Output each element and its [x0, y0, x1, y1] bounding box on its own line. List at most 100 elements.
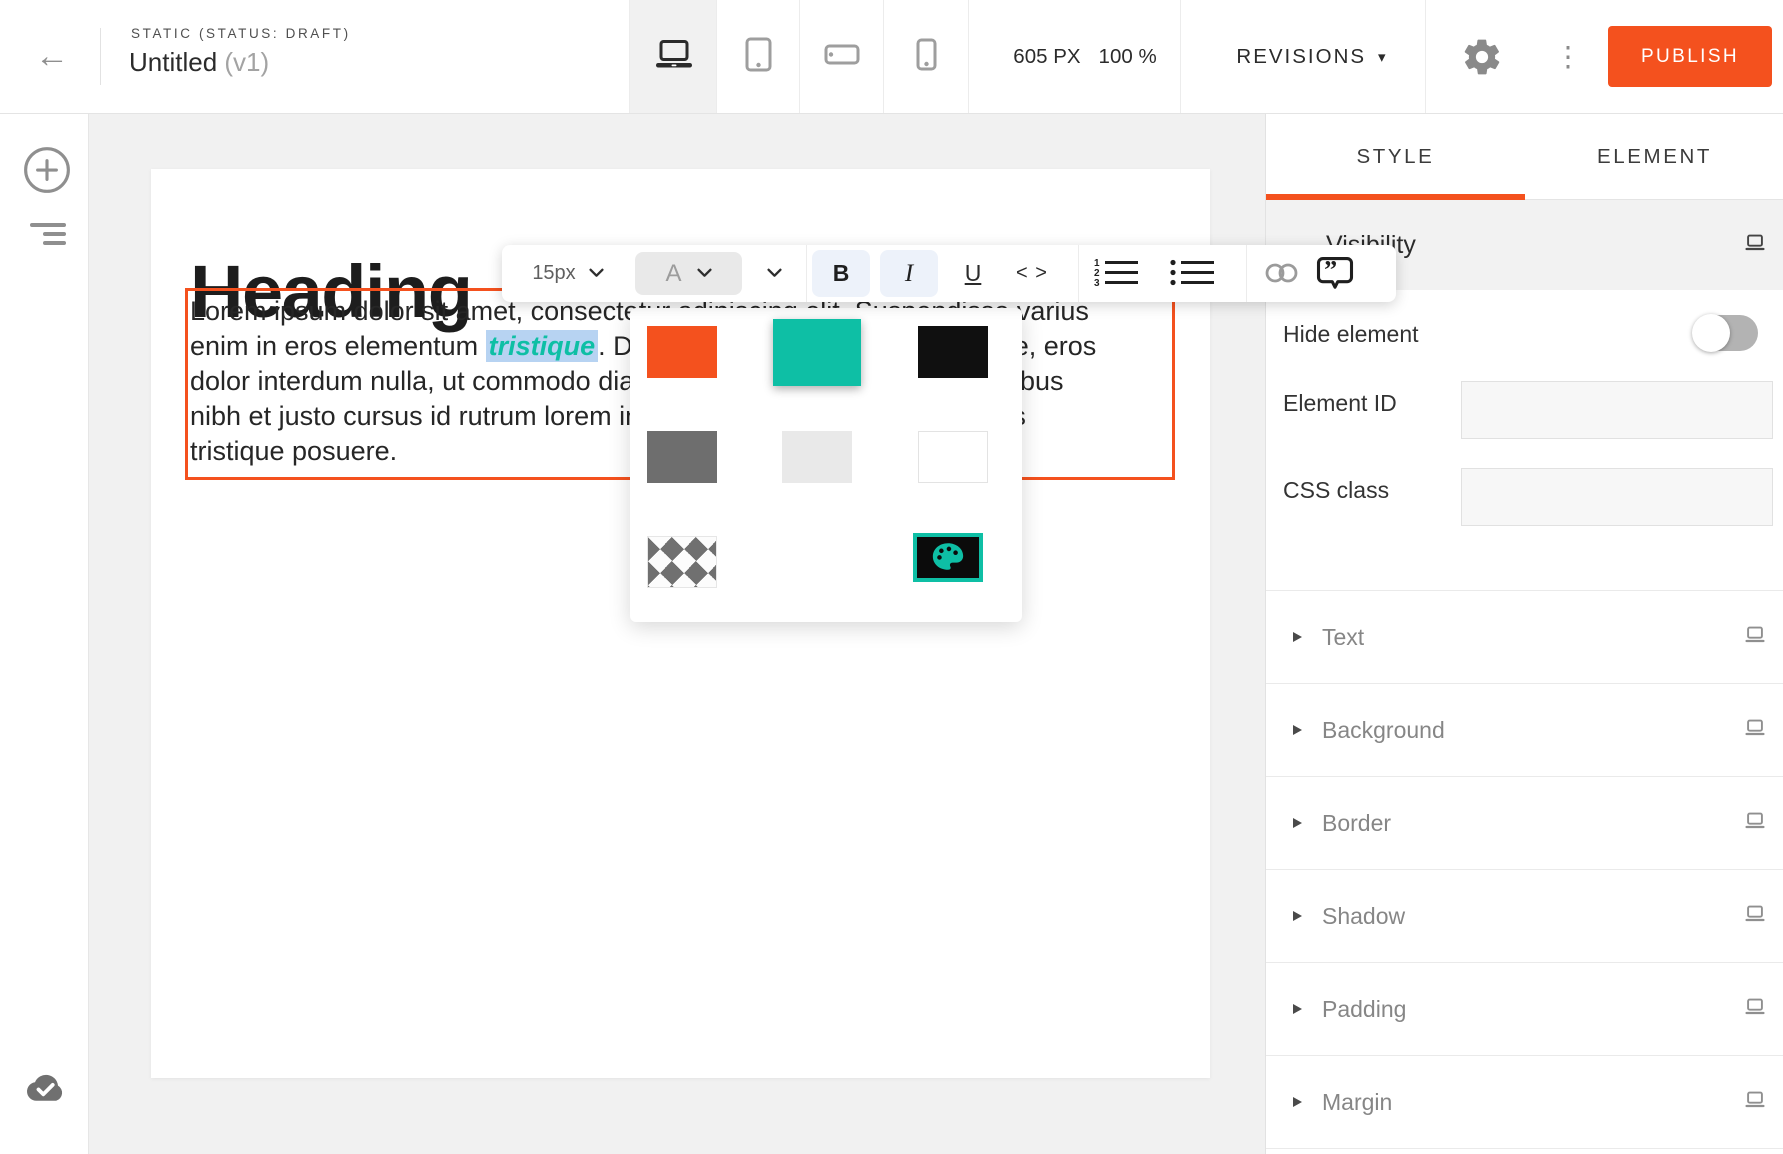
divider: [1425, 0, 1426, 113]
canvas-zoom-value: 100 %: [1099, 45, 1157, 69]
style-sections: Text Background Border: [1266, 590, 1783, 1149]
tablet-icon: [745, 37, 772, 77]
text-format-toolbar: 15px A B I U < > 123: [502, 245, 1396, 302]
settings-button[interactable]: [1460, 36, 1504, 80]
css-class-input[interactable]: [1461, 468, 1773, 526]
laptop-icon: [1744, 719, 1766, 741]
layout-outline-button[interactable]: [30, 223, 66, 245]
status-label: STATIC (STATUS: DRAFT): [131, 26, 351, 41]
underline-button[interactable]: U: [950, 245, 996, 302]
toggle-knob: [1692, 314, 1730, 352]
tab-element[interactable]: ELEMENT: [1525, 113, 1783, 200]
svg-text:”: ”: [1324, 254, 1337, 284]
element-id-input[interactable]: [1461, 381, 1773, 439]
more-format-dropdown[interactable]: [757, 245, 791, 302]
device-tablet-button[interactable]: [716, 0, 800, 113]
gear-icon: [1461, 66, 1503, 81]
ordered-list-icon: 123: [1093, 257, 1140, 292]
css-class-label: CSS class: [1283, 477, 1389, 504]
canvas-width-value: 605 PX: [1013, 45, 1080, 69]
color-swatch-light-gray[interactable]: [782, 431, 852, 483]
section-background[interactable]: Background: [1266, 684, 1783, 777]
chevron-down-icon: ▾: [1378, 48, 1388, 66]
caret-right-icon: [1293, 1004, 1302, 1014]
section-border[interactable]: Border: [1266, 777, 1783, 870]
laptop-icon: [1744, 812, 1766, 834]
kebab-menu-button[interactable]: ⋮: [1548, 0, 1588, 113]
add-element-button[interactable]: [22, 145, 72, 195]
bullet-list-button[interactable]: [1166, 258, 1218, 290]
tab-style[interactable]: STYLE: [1266, 113, 1525, 200]
link-button[interactable]: [1260, 262, 1304, 286]
page-section[interactable]: Heading Lorem ipsum dolor sit amet, cons…: [151, 169, 1210, 1078]
laptop-icon: [1744, 905, 1766, 927]
caret-right-icon: [1293, 632, 1302, 642]
divider: [1180, 0, 1181, 113]
document-name: Untitled: [129, 47, 217, 77]
document-title: Untitled (v1): [129, 47, 269, 78]
device-phone-landscape-button[interactable]: [799, 0, 884, 113]
caret-right-icon: [1293, 911, 1302, 921]
laptop-icon: [652, 39, 696, 75]
palette-icon: [930, 541, 966, 575]
autosave-status-indicator: [20, 1070, 68, 1111]
custom-color-button[interactable]: [913, 533, 983, 582]
code-button[interactable]: < >: [1002, 245, 1062, 302]
text-selection-highlight: tristique: [486, 330, 599, 362]
canvas-dimensions: 605 PX 100 %: [1000, 0, 1170, 113]
plus-circle-icon: [22, 183, 72, 198]
font-color-picker-panel: [630, 308, 1022, 622]
color-swatch-white[interactable]: [918, 431, 988, 483]
link-icon: [1261, 261, 1303, 288]
font-color-label: A: [665, 260, 681, 288]
font-size-value: 15px: [532, 262, 575, 285]
phone-landscape-icon: [824, 44, 860, 70]
caret-right-icon: [1293, 1097, 1302, 1107]
panel-tabs: STYLE ELEMENT: [1266, 113, 1783, 200]
phone-portrait-icon: [916, 38, 937, 76]
hide-element-label: Hide element: [1283, 321, 1419, 348]
hide-element-toggle[interactable]: [1694, 315, 1758, 351]
kebab-menu-icon: ⋮: [1554, 41, 1582, 72]
section-padding[interactable]: Padding: [1266, 963, 1783, 1056]
section-shadow[interactable]: Shadow: [1266, 870, 1783, 963]
quote-icon: ”: [1313, 252, 1357, 299]
color-swatch-teal-selected[interactable]: [773, 319, 861, 386]
chevron-down-icon: [767, 266, 782, 281]
svg-text:3: 3: [1094, 278, 1100, 289]
blockquote-button[interactable]: ”: [1312, 253, 1358, 297]
chevron-down-icon: [589, 266, 604, 281]
top-bar: ← STATIC (STATUS: DRAFT) Untitled (v1): [0, 0, 1783, 114]
color-swatch-dark-gray[interactable]: [647, 431, 717, 483]
laptop-icon: [1744, 998, 1766, 1020]
font-color-dropdown[interactable]: A: [635, 252, 742, 295]
section-margin[interactable]: Margin: [1266, 1056, 1783, 1149]
italic-button[interactable]: I: [880, 250, 938, 297]
back-button[interactable]: ←: [24, 0, 80, 113]
element-id-label: Element ID: [1283, 390, 1397, 417]
device-desktop-button[interactable]: [629, 0, 717, 113]
divider: [100, 28, 101, 85]
cloud-check-icon: [20, 1093, 68, 1110]
caret-right-icon: [1293, 725, 1302, 735]
document-version: (v1): [224, 47, 269, 77]
divider: [968, 0, 969, 113]
color-swatch-transparent[interactable]: [647, 536, 717, 588]
revisions-dropdown[interactable]: REVISIONS ▾: [1212, 0, 1412, 113]
publish-button[interactable]: PUBLISH: [1608, 26, 1772, 87]
laptop-icon: [1744, 1091, 1766, 1113]
device-phone-button[interactable]: [883, 0, 969, 113]
section-text[interactable]: Text: [1266, 591, 1783, 684]
font-size-dropdown[interactable]: 15px: [516, 245, 620, 302]
ordered-list-button[interactable]: 123: [1090, 258, 1142, 290]
laptop-icon: [1744, 626, 1766, 648]
bullet-list-icon: [1169, 257, 1216, 292]
bold-button[interactable]: B: [812, 250, 870, 297]
page-builder-app: ← STATIC (STATUS: DRAFT) Untitled (v1): [0, 0, 1783, 1154]
caret-right-icon: [1293, 818, 1302, 828]
color-swatch-black[interactable]: [918, 326, 988, 378]
laptop-icon: [1744, 234, 1766, 256]
divider: [1078, 245, 1079, 302]
highlighted-word: tristique: [489, 331, 596, 361]
color-swatch-orange[interactable]: [647, 326, 717, 378]
